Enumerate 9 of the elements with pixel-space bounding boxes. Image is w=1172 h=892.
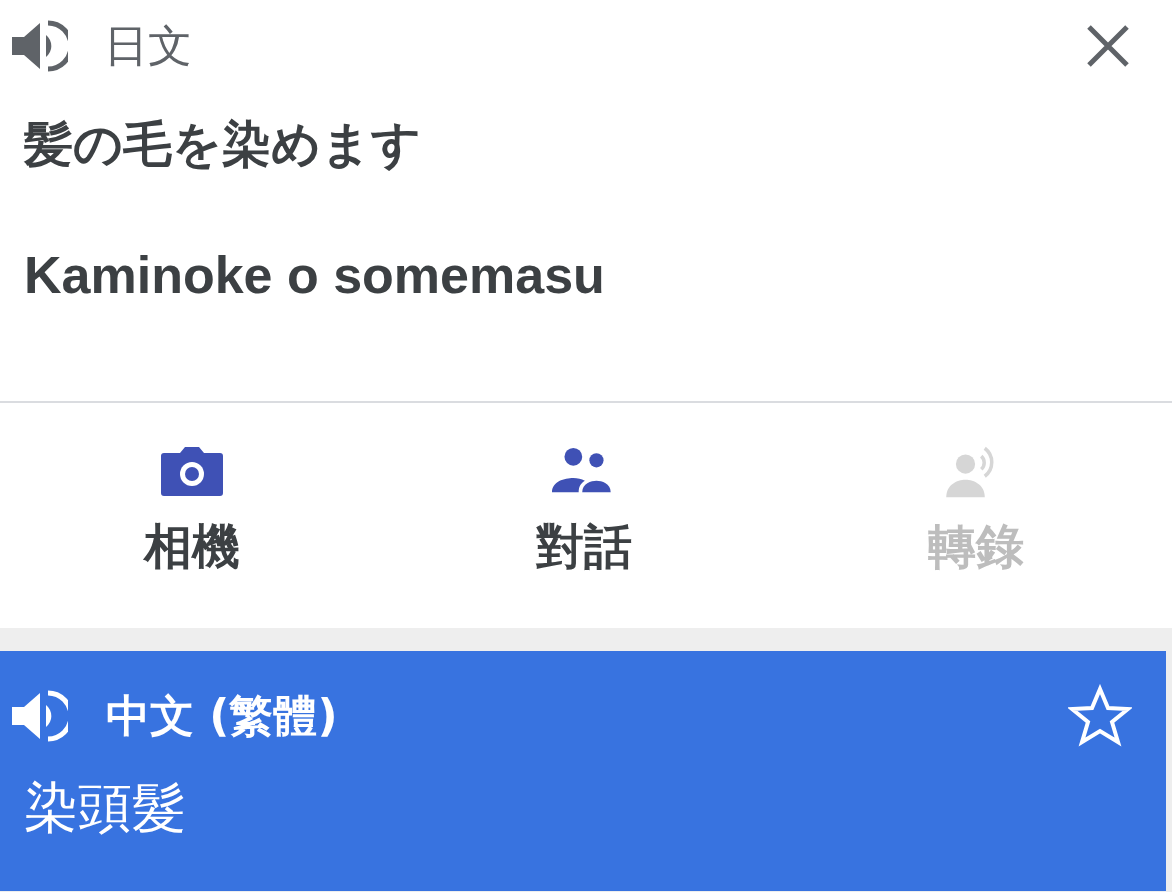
camera-tool-button[interactable]: 相機	[0, 403, 388, 628]
translation-text: 染頭髮	[24, 781, 187, 835]
conversation-tool-button[interactable]: 對話	[388, 403, 780, 628]
star-button[interactable]	[1068, 684, 1132, 748]
target-language: 中文 (繁體)	[106, 688, 338, 743]
source-text: 髪の毛を染めます	[24, 120, 422, 169]
source-language: 日文	[104, 18, 192, 73]
star-icon	[1068, 684, 1132, 748]
romanization-text: Kaminoke o somemasu	[24, 249, 606, 301]
